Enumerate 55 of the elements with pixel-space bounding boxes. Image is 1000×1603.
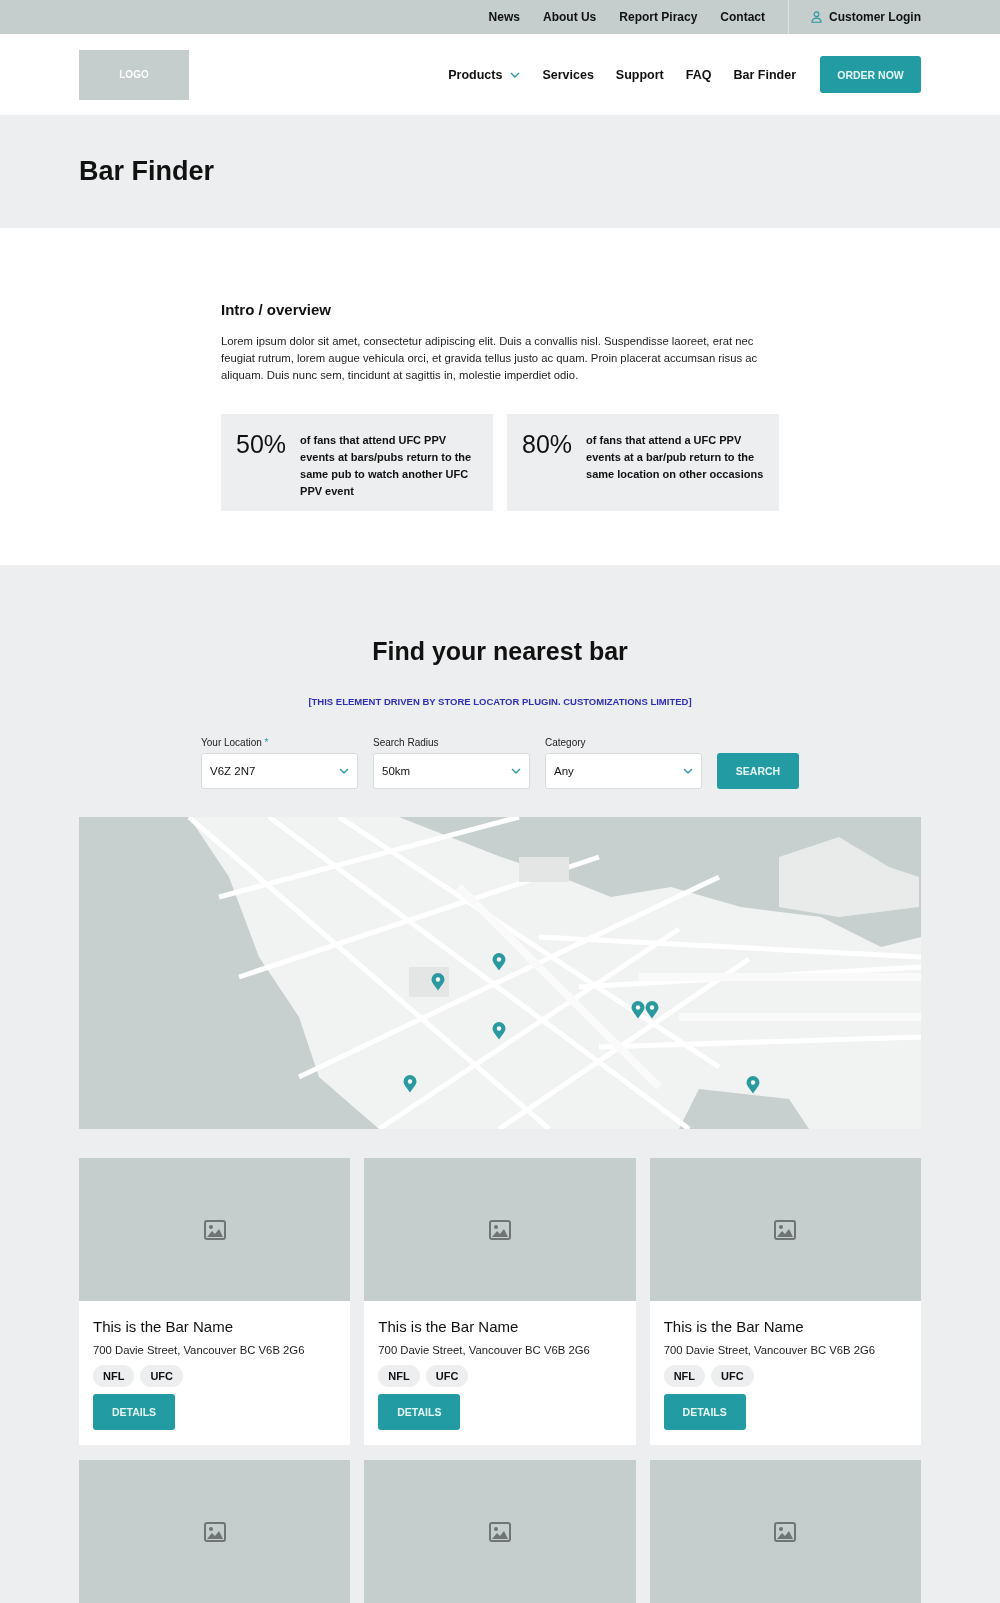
- field-label: Your Location *: [201, 737, 270, 748]
- stat-value: 80%: [522, 429, 573, 460]
- stat-text: of fans that attend UFC PPV events at bars/pubs return to the same pub to watch another UFC PPV event: [300, 432, 473, 499]
- map-pin-icon[interactable]: [430, 973, 445, 992]
- field-label: Search Radius: [373, 737, 440, 748]
- intro-paragraph: Lorem ipsum dolor sit amet, consectetur adipiscing elit. Duis a convallis nisl. Suspendisse laoreet, erat nec feugiat rutrum, lorem augue vehicula orci, et gravida tellus justo ac quam. Proin placerat accumsan risus ac aliquam. Duis nunc sem, tincidunt at sagittis in, molestie imperdiet odio.: [221, 333, 759, 383]
- nav-link[interactable]: Bar Finder: [733, 67, 796, 82]
- chevron-down-icon: [510, 71, 521, 78]
- nav-link[interactable]: Support: [615, 67, 664, 82]
- image-icon: [489, 1521, 511, 1542]
- image-icon: [203, 1521, 226, 1542]
- chevron-down-icon: [339, 768, 349, 774]
- chevron-down-icon: [683, 768, 693, 774]
- top-nav-link[interactable]: About Us: [542, 10, 597, 24]
- dropdown-field[interactable]: 50km: [373, 753, 530, 789]
- category-tag: UFC: [425, 1365, 469, 1387]
- chevron-down-icon: [511, 768, 521, 774]
- nav-link[interactable]: Products: [448, 67, 521, 82]
- stat-text: of fans that attend a UFC PPV events at a bar/pub return to the same location on other occasions: [586, 432, 765, 482]
- bar-address: 700 Davie Street, Vancouver BC V6B 2G6: [378, 1344, 590, 1356]
- image-icon: [774, 1521, 797, 1542]
- bar-name: This is the Bar Name: [93, 1318, 234, 1335]
- dropdown-field[interactable]: Any: [545, 753, 702, 789]
- nav-link[interactable]: FAQ: [685, 67, 712, 82]
- dropdown-field[interactable]: V6Z 2N7: [201, 753, 358, 789]
- user-icon: [811, 11, 822, 23]
- plugin-notice: [THIS ELEMENT DRIVEN BY STORE LOCATOR PLUGIN. CUSTOMIZATIONS LIMITED]: [308, 696, 692, 707]
- category-tag: NFL: [378, 1365, 420, 1387]
- page-title: Bar Finder: [79, 156, 215, 187]
- top-nav-link[interactable]: Report Piracy: [619, 10, 698, 24]
- top-nav-link[interactable]: News: [488, 10, 520, 24]
- section-heading: Intro / overview: [221, 300, 333, 318]
- category-tag: UFC: [711, 1365, 754, 1387]
- map-pin-icon[interactable]: [402, 1074, 417, 1093]
- field-label: Category: [545, 737, 587, 748]
- image-icon: [489, 1219, 511, 1240]
- category-tag: NFL: [93, 1365, 135, 1387]
- stat-value: 50%: [236, 429, 287, 460]
- map-pin-icon[interactable]: [492, 953, 507, 972]
- map-pin-icon[interactable]: [492, 1021, 507, 1040]
- image-icon: [203, 1219, 226, 1240]
- map-pin-icon[interactable]: [745, 1076, 760, 1095]
- category-tag: UFC: [140, 1365, 183, 1387]
- nav-link[interactable]: Services: [542, 67, 594, 82]
- bar-address: 700 Davie Street, Vancouver BC V6B 2G6: [663, 1344, 876, 1356]
- section-heading: Find your nearest bar: [372, 637, 628, 666]
- image-icon: [774, 1219, 797, 1240]
- map-pin-icon[interactable]: [645, 1001, 660, 1020]
- customer-login-link[interactable]: Customer Login: [789, 0, 921, 34]
- map-pin-icon[interactable]: [631, 1001, 646, 1020]
- top-nav-link[interactable]: Contact: [720, 10, 765, 24]
- bar-name: This is the Bar Name: [378, 1318, 519, 1335]
- category-tag: NFL: [663, 1365, 706, 1387]
- bar-address: 700 Davie Street, Vancouver BC V6B 2G6: [93, 1344, 305, 1356]
- bar-name: This is the Bar Name: [663, 1318, 804, 1335]
